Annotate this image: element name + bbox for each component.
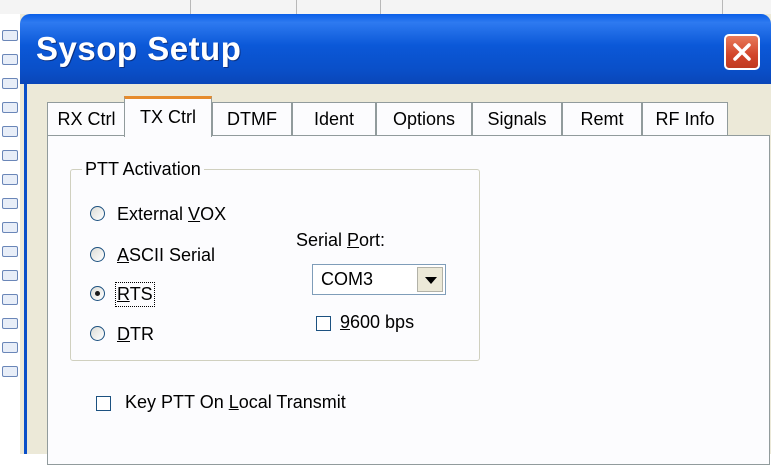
background-divider [190, 0, 191, 14]
radio-label: DTR [117, 324, 154, 344]
title-bar[interactable]: Sysop Setup [20, 14, 771, 84]
tab-ident[interactable]: Ident [292, 102, 376, 136]
9600-bps-label: 9600 bps [340, 312, 415, 332]
serial-port-select[interactable]: COM3 [312, 264, 446, 295]
dropdown-button[interactable] [417, 267, 443, 292]
background-icon [2, 318, 18, 329]
background-window-strip [0, 0, 771, 15]
tab-remt[interactable]: Remt [562, 102, 642, 136]
chevron-down-icon [425, 277, 437, 284]
background-window-edge [0, 14, 22, 454]
background-icon [2, 30, 18, 41]
close-icon [733, 43, 751, 61]
background-icon [2, 222, 18, 233]
background-icon [2, 174, 18, 185]
key-ptt-local-label: Key PTT On Local Transmit [125, 392, 346, 412]
tab-label: Signals [487, 109, 547, 129]
9600-bps-checkbox[interactable] [316, 316, 331, 331]
radio-button[interactable] [90, 206, 105, 221]
serial-port-value: COM3 [321, 269, 374, 289]
tab-signals[interactable]: Signals [472, 102, 562, 136]
radio-button[interactable] [90, 286, 105, 301]
tab-dtmf[interactable]: DTMF [212, 102, 292, 136]
tab-label: DTMF [227, 109, 277, 129]
close-button[interactable] [724, 34, 760, 70]
radio-button[interactable] [90, 326, 105, 341]
background-icon [2, 246, 18, 257]
background-icon [2, 150, 18, 161]
radio-label: External VOX [117, 204, 227, 224]
tab-label: RF Info [655, 109, 715, 129]
radio-label: ASCII Serial [117, 245, 216, 265]
background-icon [2, 126, 18, 137]
serial-port-label: Serial Port: [296, 230, 386, 250]
background-icon [2, 102, 18, 113]
tab-label: Remt [580, 109, 624, 129]
key-ptt-local-checkbox[interactable] [96, 396, 111, 411]
sysop-setup-dialog: Sysop Setup RX Ctrl TX Ctrl DTMF Ident O… [20, 14, 771, 465]
radio-label: RTS [115, 282, 155, 307]
tab-label: Options [392, 109, 456, 129]
tab-label: RX Ctrl [57, 109, 116, 129]
background-icon [2, 78, 18, 89]
background-divider [380, 0, 381, 14]
tab-label: TX Ctrl [140, 107, 196, 127]
ptt-activation-label: PTT Activation [82, 159, 204, 180]
background-divider [722, 0, 723, 14]
tab-label: Ident [313, 109, 355, 129]
background-divider [296, 0, 297, 14]
window-title: Sysop Setup [36, 30, 242, 67]
background-icon [2, 366, 18, 377]
tab-rx-ctrl[interactable]: RX Ctrl [47, 102, 126, 136]
background-icon [2, 270, 18, 281]
background-icon [2, 198, 18, 209]
radio-button[interactable] [90, 247, 105, 262]
background-icon [2, 54, 18, 65]
tab-options[interactable]: Options [376, 102, 472, 136]
background-icon [2, 342, 18, 353]
tab-tx-ctrl[interactable]: TX Ctrl [124, 96, 212, 137]
background-icon [2, 294, 18, 305]
tab-rf-info[interactable]: RF Info [642, 102, 728, 136]
